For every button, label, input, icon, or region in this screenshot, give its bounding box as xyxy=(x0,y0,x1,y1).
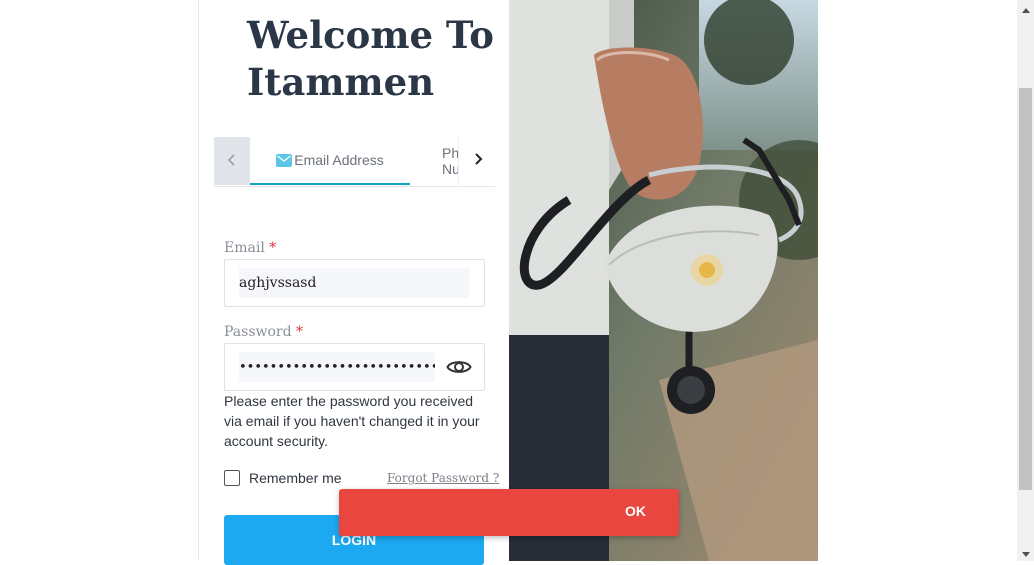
scroll-down-button[interactable] xyxy=(1017,544,1034,561)
chevron-right-icon xyxy=(473,152,483,171)
page: Welcome To Itammen Email Address Phone N… xyxy=(0,0,1017,565)
remember-me[interactable]: Remember me xyxy=(224,470,342,486)
password-help-text: Please enter the password you received v… xyxy=(224,393,480,449)
eye-icon[interactable] xyxy=(446,355,472,379)
scrollbar-thumb[interactable] xyxy=(1019,88,1032,490)
vertical-scrollbar[interactable] xyxy=(1017,0,1034,561)
password-field xyxy=(224,343,485,391)
login-card: Welcome To Itammen Email Address Phone N… xyxy=(198,0,510,565)
tab-phone-label: Phone Number xyxy=(442,145,458,177)
tab-email-address[interactable]: Email Address xyxy=(250,137,410,185)
mail-icon xyxy=(276,153,293,167)
page-title: Welcome To Itammen xyxy=(247,12,497,106)
scroll-up-button[interactable] xyxy=(1017,0,1034,17)
remember-me-checkbox[interactable] xyxy=(224,470,240,486)
email-label-text: Email xyxy=(224,240,265,256)
scroll-down-icon xyxy=(1021,544,1030,562)
scroll-up-icon xyxy=(1021,0,1030,18)
email-input[interactable] xyxy=(239,268,469,298)
tab-email-label: Email Address xyxy=(294,152,384,168)
hero-photo xyxy=(509,0,818,561)
remember-me-label: Remember me xyxy=(249,470,342,486)
chevron-left-icon xyxy=(227,151,237,172)
welcome-line-2: Itammen xyxy=(247,60,435,104)
photo-illustration xyxy=(509,0,818,561)
toast-notification: OK xyxy=(339,489,679,536)
login-method-tabs: Email Address Phone Number xyxy=(214,137,496,187)
password-required-mark: * xyxy=(296,324,304,340)
tab-phone-number[interactable]: Phone Number xyxy=(436,137,458,185)
email-field xyxy=(224,259,485,307)
password-input[interactable] xyxy=(239,352,435,382)
password-label-text: Password xyxy=(224,324,292,340)
tabs-prev-button[interactable] xyxy=(214,137,250,185)
tabs-next-button[interactable] xyxy=(458,137,496,185)
forgot-password-link[interactable]: Forgot Password ? xyxy=(387,471,499,485)
welcome-line-1: Welcome To xyxy=(247,13,494,57)
password-field-label: Password * xyxy=(224,324,303,340)
email-required-mark: * xyxy=(269,240,277,256)
toast-ok-button[interactable]: OK xyxy=(625,503,646,519)
email-field-label: Email * xyxy=(224,240,276,256)
